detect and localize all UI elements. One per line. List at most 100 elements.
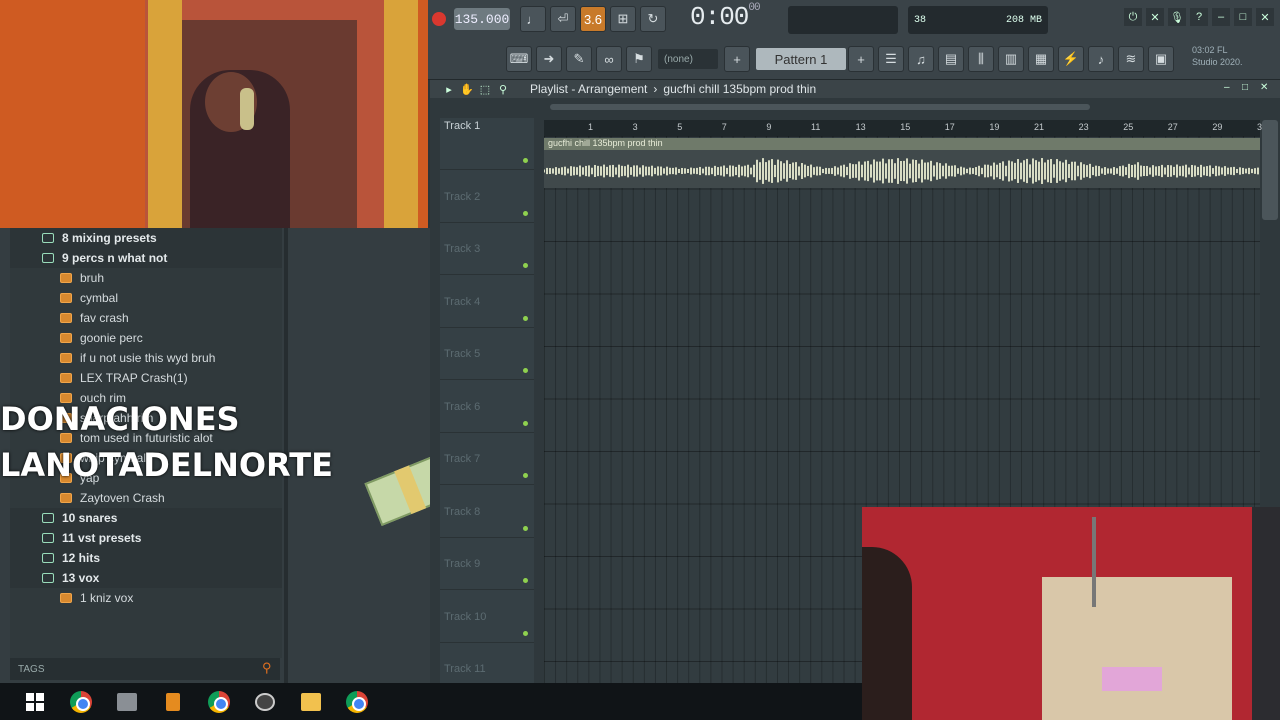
browser-folder[interactable]: 11 vst presets xyxy=(10,528,282,548)
arrow-icon[interactable]: ▸ xyxy=(442,82,456,96)
track-mute-led[interactable] xyxy=(523,525,528,531)
taskbar-fl-studio[interactable] xyxy=(150,683,196,720)
time-display[interactable]: 0:0000 xyxy=(690,2,780,36)
pencil-icon[interactable]: ✎ xyxy=(566,46,592,72)
step-edit-button[interactable]: 3.6 xyxy=(580,6,606,32)
track-mute-led[interactable] xyxy=(523,578,528,583)
taskbar-chrome-2[interactable] xyxy=(196,683,242,720)
mixer-icon[interactable]: ⫼ xyxy=(968,46,994,72)
plugin-icon[interactable]: ⚡ xyxy=(1058,46,1084,72)
taskbar-app-2[interactable] xyxy=(104,683,150,720)
zoom-icon[interactable]: ⚲ xyxy=(496,82,510,96)
piano-roll-icon[interactable]: ♫ xyxy=(908,46,934,72)
snap-dropdown[interactable]: (none) xyxy=(658,49,718,69)
output-monitor xyxy=(788,6,898,34)
help-icon[interactable]: ? xyxy=(1190,8,1208,26)
ruler-tick-label: 1 xyxy=(588,122,594,132)
record-icon[interactable] xyxy=(432,12,446,26)
maximize-icon[interactable]: □ xyxy=(1234,8,1252,26)
browser-folder[interactable]: 13 vox xyxy=(10,568,282,588)
stamp-icon[interactable]: ⚑ xyxy=(626,46,652,72)
track-header[interactable]: Track 4 xyxy=(440,276,534,328)
track-mute-led[interactable] xyxy=(523,263,528,268)
browser-file[interactable]: fav crash xyxy=(10,308,282,328)
browser-file[interactable]: goonie perc xyxy=(10,328,282,348)
browser-file[interactable]: bruh xyxy=(10,268,282,288)
track-header[interactable]: Track 9 xyxy=(440,538,534,590)
browser-folder[interactable]: 10 snares xyxy=(10,508,282,528)
wave-icon[interactable]: ≋ xyxy=(1118,46,1144,72)
track-header[interactable]: Track 2 xyxy=(440,171,534,223)
play-arrow-icon[interactable]: ➜ xyxy=(536,46,562,72)
track-mute-led[interactable] xyxy=(523,630,528,636)
cpu-memory-panel: 38 208 MB xyxy=(908,6,1048,34)
tempo-display[interactable]: 135.000 xyxy=(454,8,510,30)
track-name: Track 9 xyxy=(444,558,481,570)
channel-rack-icon[interactable]: ▤ xyxy=(938,46,964,72)
track-mute-led[interactable] xyxy=(523,473,528,478)
webcam-overlay-bottom xyxy=(862,507,1280,720)
tempo-tap-icon[interactable]: ♪ xyxy=(1088,46,1114,72)
vertical-scrollbar[interactable] xyxy=(1262,120,1278,220)
browser-folder[interactable]: 9 percs n what not xyxy=(10,248,282,268)
track-header[interactable]: Track 8 xyxy=(440,486,534,538)
audio-file-icon xyxy=(60,353,72,363)
playlist-icon[interactable]: ☰ xyxy=(878,46,904,72)
track-header[interactable]: Track 1 xyxy=(440,118,534,170)
wait-icon[interactable]: ⏎ xyxy=(550,6,576,32)
blend-icon[interactable]: ⊞ xyxy=(610,6,636,32)
track-header[interactable]: Track 5 xyxy=(440,328,534,380)
audio-file-icon xyxy=(60,373,72,383)
browser-folder[interactable]: 12 hits xyxy=(10,548,282,568)
close-icon[interactable]: ✕ xyxy=(1260,82,1274,96)
timeline-ruler[interactable]: 135791113151719212325272931 xyxy=(544,120,1267,136)
track-mute-led[interactable] xyxy=(523,420,528,426)
track-mute-led[interactable] xyxy=(523,158,528,163)
pink-object xyxy=(1102,667,1162,691)
maximize-icon[interactable]: □ xyxy=(1242,82,1256,96)
snap-icon[interactable]: ▣ xyxy=(1148,46,1174,72)
browser-file[interactable]: Zaytoven Crash xyxy=(10,488,282,508)
minimize-icon[interactable]: – xyxy=(1224,82,1238,96)
track-mute-led[interactable] xyxy=(523,210,528,216)
tools-icon[interactable]: ✕ xyxy=(1146,8,1164,26)
browser-file[interactable]: if u not usie this wyd bruh xyxy=(10,348,282,368)
horizontal-scrollbar[interactable] xyxy=(550,104,1090,110)
tags-bar[interactable]: TAGS ⚲ xyxy=(10,658,280,680)
taskbar-explorer[interactable] xyxy=(288,683,334,720)
hand-icon[interactable]: ✋ xyxy=(460,82,474,96)
track-header[interactable]: Track 7 xyxy=(440,433,534,485)
taskbar-obs[interactable] xyxy=(242,683,288,720)
track-mute-led[interactable] xyxy=(523,368,528,373)
minimize-icon[interactable]: – xyxy=(1212,8,1230,26)
track-header[interactable]: Track 10 xyxy=(440,591,534,643)
browser-file[interactable]: 1 kniz vox xyxy=(10,588,282,608)
loop-record-icon[interactable]: ↻ xyxy=(640,6,666,32)
taskbar-chrome-1[interactable] xyxy=(58,683,104,720)
audio-clip[interactable]: gucfhi chill 135bpm prod thin xyxy=(544,138,1260,188)
chrome-icon xyxy=(70,690,92,713)
pattern-selector[interactable]: Pattern 1 xyxy=(756,48,846,70)
power-icon[interactable]: ⏻ xyxy=(1124,8,1142,26)
project-icon[interactable]: ▦ xyxy=(1028,46,1054,72)
track-header[interactable]: Track 6 xyxy=(440,381,534,433)
browser-file[interactable]: LEX TRAP Crash(1) xyxy=(10,368,282,388)
select-icon[interactable]: ⬚ xyxy=(478,82,492,96)
pattern-add-icon[interactable]: + xyxy=(848,46,874,72)
taskbar-chrome-3[interactable] xyxy=(334,683,380,720)
metronome-icon[interactable]: ♩ xyxy=(520,6,546,32)
close-icon[interactable]: ✕ xyxy=(1256,8,1274,26)
browser-icon[interactable]: ▥ xyxy=(998,46,1024,72)
search-icon[interactable]: ⚲ xyxy=(262,660,280,678)
playlist-titlebar[interactable]: ▸ ✋ ⬚ ⚲ Playlist - Arrangement › gucfhi … xyxy=(430,80,1280,98)
track-header[interactable]: Track 3 xyxy=(440,223,534,275)
link-icon[interactable]: ∞ xyxy=(596,46,622,72)
track-mute-led[interactable] xyxy=(523,315,528,321)
obs-icon xyxy=(255,692,275,711)
pattern-prev-icon[interactable]: + xyxy=(724,46,750,72)
browser-folder[interactable]: 8 mixing presets xyxy=(10,228,282,248)
start-button[interactable] xyxy=(12,683,58,720)
mic-icon[interactable]: 🎙 xyxy=(1168,8,1186,26)
browser-file[interactable]: cymbal xyxy=(10,288,282,308)
keyboard-icon[interactable]: ⌨ xyxy=(506,46,532,72)
